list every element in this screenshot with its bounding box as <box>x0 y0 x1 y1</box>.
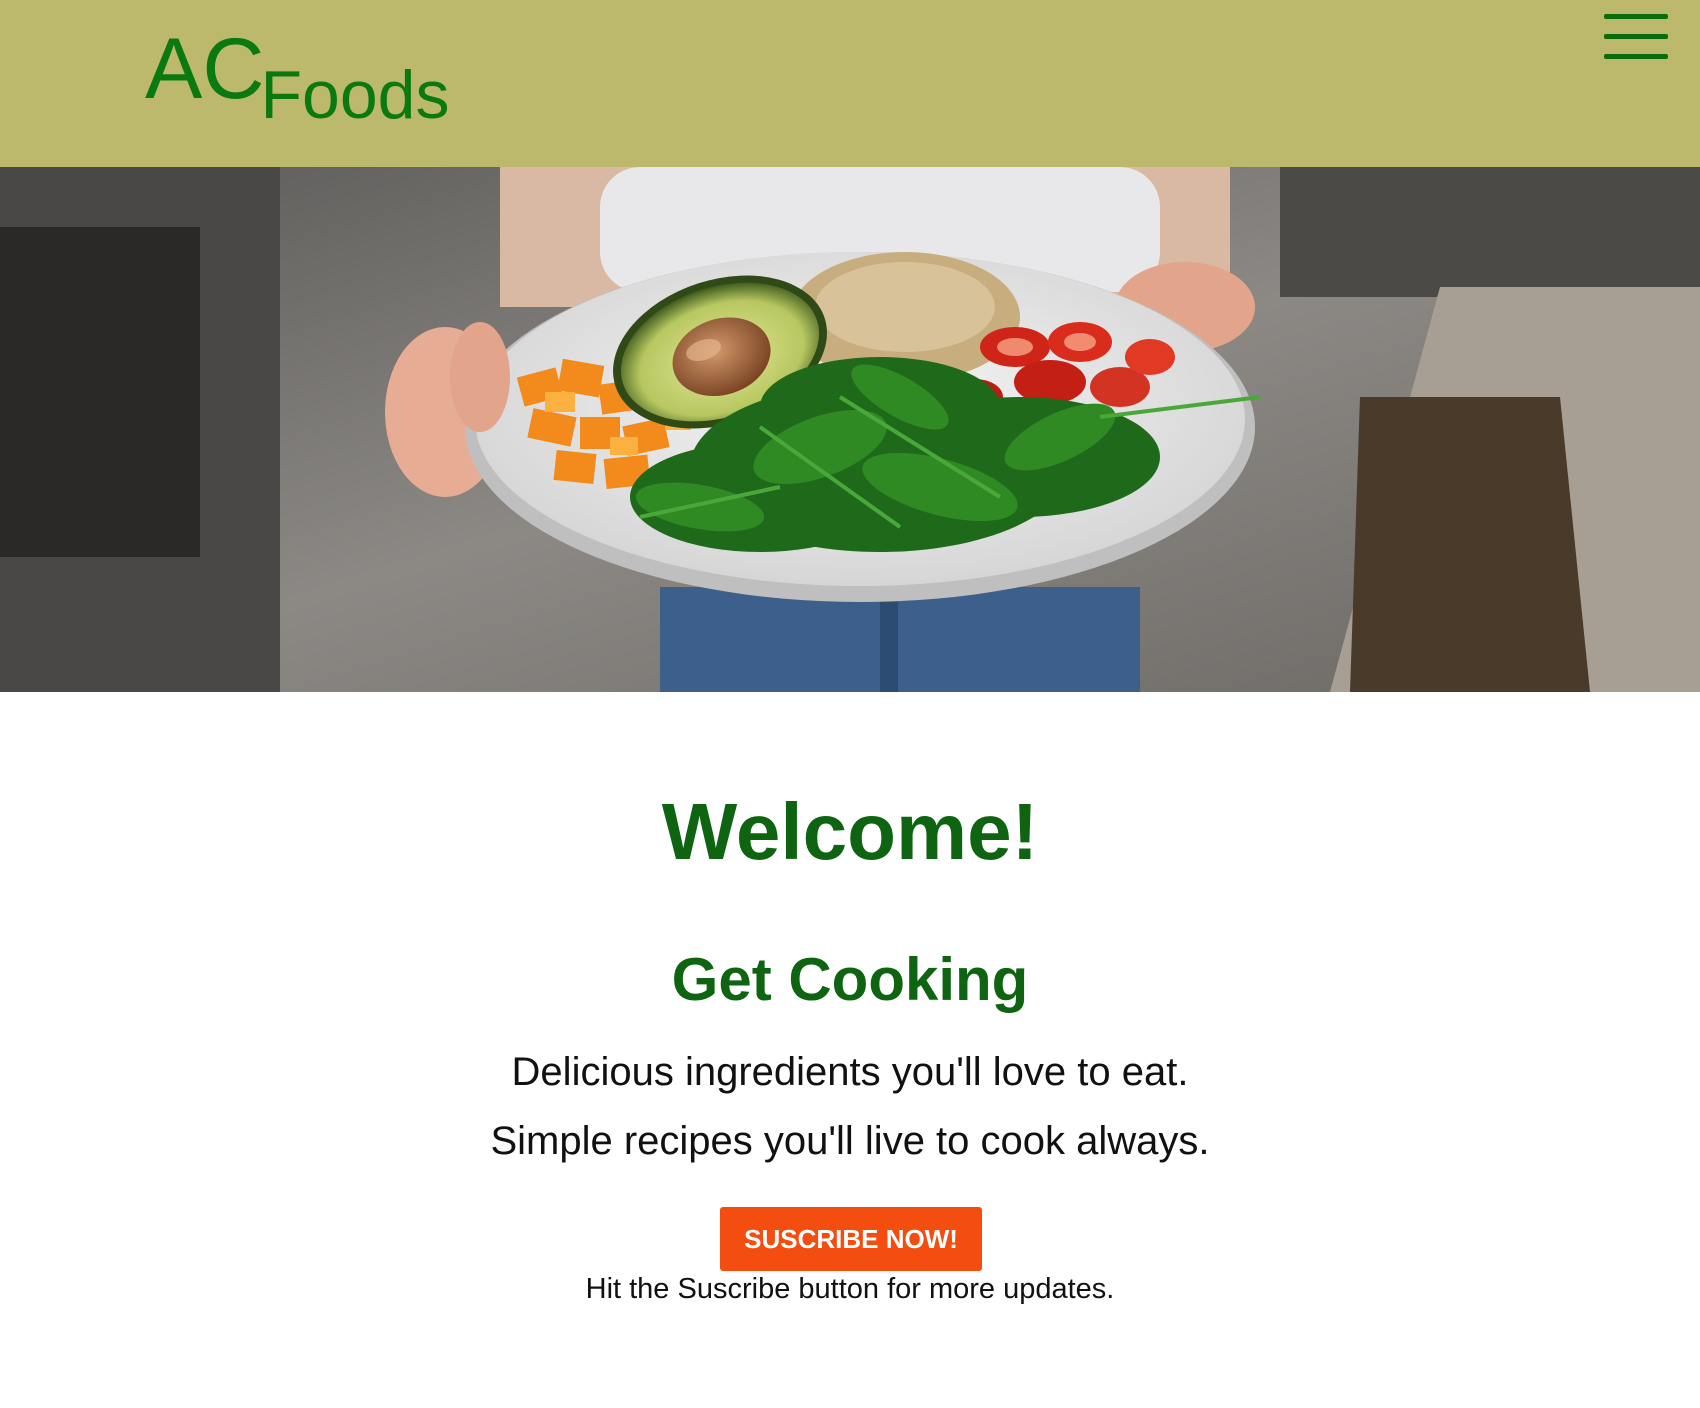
logo-secondary-text: Foods <box>260 57 450 133</box>
tagline-ingredients: Delicious ingredients you'll love to eat… <box>511 1050 1189 1094</box>
menu-line <box>1604 14 1668 19</box>
site-logo[interactable]: ACFoods <box>145 26 449 129</box>
page: ACFoods Welcome! Get Cooking Delicious i… <box>0 0 1700 1408</box>
get-cooking-heading: Get Cooking <box>671 946 1029 1013</box>
menu-line <box>1604 54 1668 59</box>
hero-image <box>0 167 1700 692</box>
subscribe-hint: Hit the Suscribe button for more updates… <box>585 1273 1115 1305</box>
logo-primary-text: AC <box>145 21 265 117</box>
menu-line <box>1604 34 1668 39</box>
tagline-recipes: Simple recipes you'll live to cook alway… <box>490 1119 1210 1163</box>
site-header: ACFoods <box>0 0 1700 167</box>
subscribe-button[interactable]: SUSCRIBE NOW! <box>720 1207 982 1271</box>
welcome-heading: Welcome! <box>661 787 1039 876</box>
hamburger-menu-icon[interactable] <box>1604 14 1668 60</box>
salad-bowl-illustration <box>0 167 1700 692</box>
main-content: Welcome! Get Cooking Delicious ingredien… <box>0 692 1700 1408</box>
